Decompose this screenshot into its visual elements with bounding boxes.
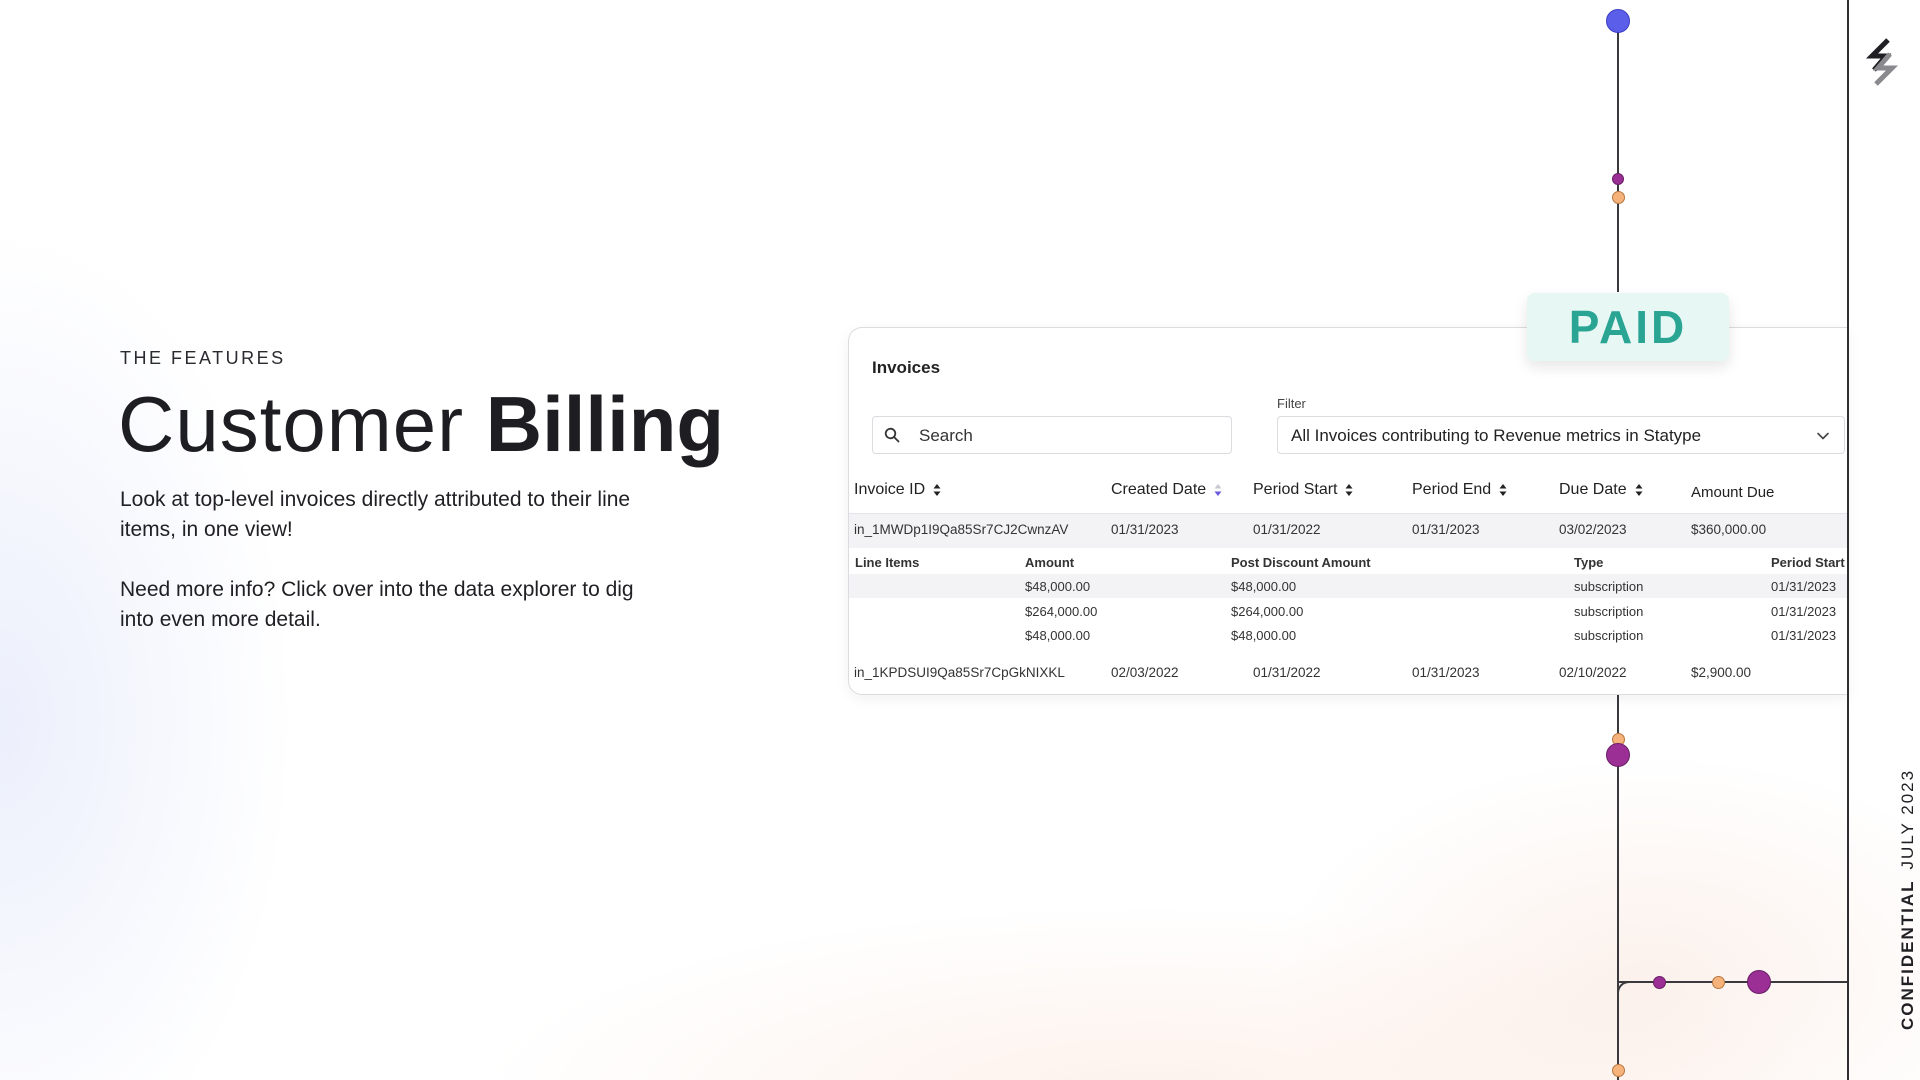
line-item-amount: $264,000.00 [1025,604,1098,619]
line-item-amount-header: Amount [1025,555,1075,570]
filter-label: Filter [1277,396,1306,411]
due-date-cell: 03/02/2023 [1559,522,1627,537]
invoice-id-cell[interactable]: in_1MWDp1I9Qa85Sr7CJ2CwnzAV [854,522,1068,537]
line-item-period-start: 01/31/2023 [1771,579,1837,594]
sort-icon [1635,484,1643,496]
statype-logo-icon [1865,38,1899,86]
column-header-created-date[interactable]: Created Date [1111,481,1222,499]
column-header-amount-due[interactable]: Amount Due [1691,484,1774,501]
column-header-period-start[interactable]: Period Start [1253,481,1353,499]
period-start-cell: 01/31/2022 [1253,665,1321,680]
column-header-due-date[interactable]: Due Date [1559,481,1643,499]
section-eyebrow: THE FEATURES [120,348,286,368]
search-input[interactable]: Search [872,416,1232,454]
line-item-post-discount: $264,000.00 [1231,604,1304,619]
page-title: Customer Billing [118,378,724,470]
timeline-node [1606,743,1630,767]
amount-due-cell: $2,900.00 [1691,665,1752,680]
period-end-cell: 01/31/2023 [1412,665,1480,680]
title-bold: Billing [485,380,725,468]
timeline-segment-top [1617,20,1619,292]
timeline-branch-curve [1617,981,1631,995]
sidebar-divider [1847,0,1849,1080]
line-item-amount: $48,000.00 [1025,628,1091,643]
line-item-type: subscription [1574,604,1644,619]
sort-icon [933,484,941,496]
timeline-node [1612,173,1624,185]
sort-icon [1499,484,1507,496]
line-items-header: Line Items [855,555,920,570]
search-icon [884,427,900,443]
column-header-period-end[interactable]: Period End [1412,481,1507,499]
panel-title: Invoices [872,358,941,377]
line-item-post-discount-header: Post Discount Amount [1231,555,1371,570]
due-date-cell: 02/10/2022 [1559,665,1627,680]
description-paragraph-1: Look at top-level invoices directly attr… [120,488,631,541]
invoice-id-cell[interactable]: in_1KPDSUI9Qa85Sr7CpGkNIXKL [854,665,1065,680]
line-item-period-start: 01/31/2023 [1771,604,1837,619]
confidential-label: CONFIDENTIAL JULY 2023 [1898,769,1918,1030]
sort-icon [1345,484,1353,496]
line-item-post-discount: $48,000.00 [1231,579,1297,594]
invoices-panel: Invoices Search Filter All Invoices cont… [848,327,1848,695]
search-placeholder: Search [919,426,973,445]
line-item-type: subscription [1574,628,1644,643]
chevron-down-icon [1817,432,1829,440]
timeline-node [1612,191,1625,204]
sort-descending-icon [1214,484,1222,496]
timeline-branch [1617,981,1847,983]
line-item-period-start: 01/31/2023 [1771,628,1837,643]
timeline-node [1606,9,1630,33]
line-item-post-discount: $48,000.00 [1231,628,1297,643]
line-item-period-start-header: Period Start [1771,555,1845,570]
period-end-cell: 01/31/2023 [1412,522,1480,537]
filter-dropdown[interactable]: All Invoices contributing to Revenue met… [1277,416,1845,454]
paid-status-badge: PAID [1527,293,1729,361]
timeline-node [1612,1064,1625,1077]
line-item-row-band [849,574,1848,598]
confidential-text: CONFIDENTIAL [1898,879,1917,1030]
period-start-cell: 01/31/2022 [1253,522,1321,537]
amount-due-cell: $360,000.00 [1691,522,1767,537]
description-paragraph-2: Need more info? Click over into the data… [120,578,634,631]
column-header-invoice-id[interactable]: Invoice ID [854,481,941,499]
created-date-cell: 02/03/2022 [1111,665,1179,680]
title-light: Customer [118,380,465,468]
created-date-cell: 01/31/2023 [1111,522,1179,537]
line-item-amount: $48,000.00 [1025,579,1091,594]
timeline-node [1653,976,1666,989]
timeline-node [1712,976,1725,989]
date-text: JULY 2023 [1898,768,1917,870]
line-item-type-header: Type [1574,555,1604,570]
timeline-node [1747,970,1771,994]
filter-value: All Invoices contributing to Revenue met… [1291,426,1702,445]
line-item-type: subscription [1574,579,1644,594]
